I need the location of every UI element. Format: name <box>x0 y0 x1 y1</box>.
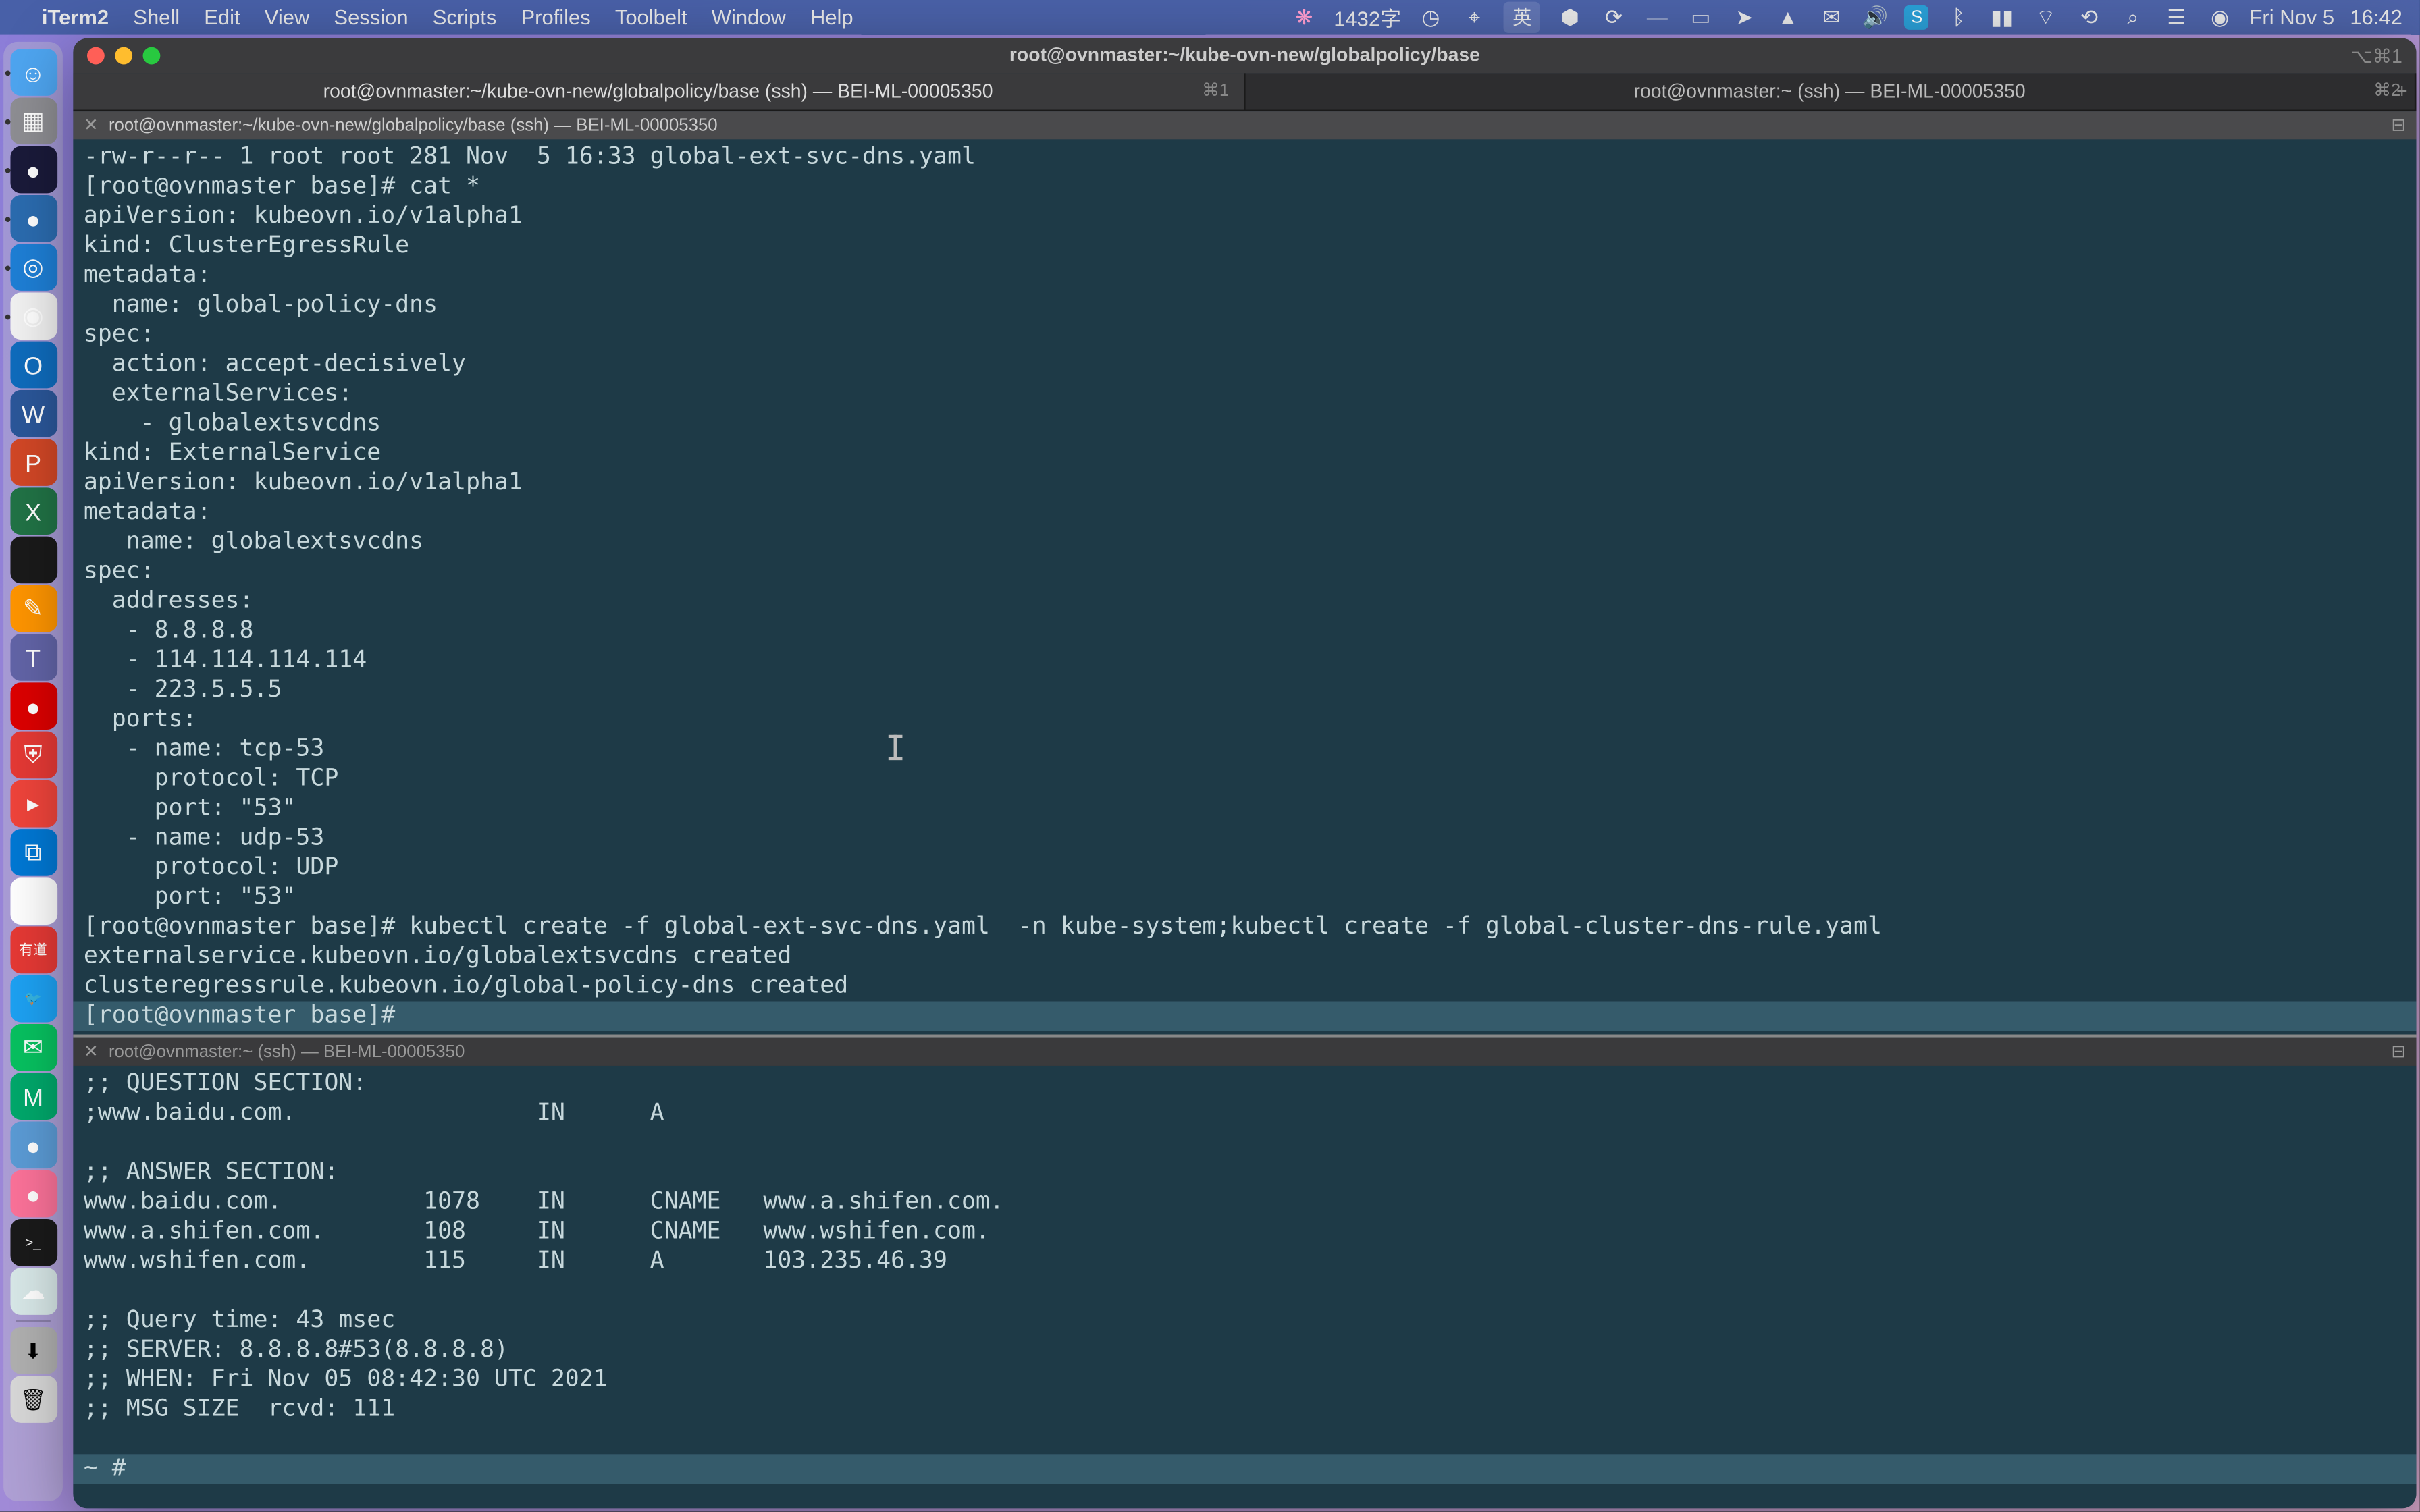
pane-bottom-expand-icon[interactable]: ⊟ <box>2391 1042 2406 1061</box>
dock-teams[interactable]: T <box>9 634 57 681</box>
status-triangle-icon[interactable]: ▲ <box>1774 5 1801 30</box>
status-volume-icon[interactable]: 🔊 <box>1861 5 1889 30</box>
dock-youdao[interactable]: 有道 <box>9 927 57 974</box>
pane-bottom-terminal[interactable]: ;; QUESTION SECTION: ;www.baidu.com. IN … <box>73 1066 2416 1508</box>
window-minimize-button[interactable] <box>115 47 132 65</box>
window-titlebar[interactable]: root@ovnmaster:~/kube-ovn-new/globalpoli… <box>73 38 2416 74</box>
pane-top-terminal[interactable]: -rw-r--r-- 1 root root 281 Nov 5 16:33 g… <box>73 139 2416 1034</box>
status-loop-icon[interactable]: ⟳ <box>1600 5 1627 30</box>
status-siri-icon[interactable]: ◉ <box>2206 5 2234 30</box>
pane-bottom-close-icon[interactable]: ✕ <box>84 1042 99 1061</box>
menu-edit[interactable]: Edit <box>204 5 240 30</box>
status-battery-icon[interactable]: ▮▮ <box>1989 5 2016 30</box>
menu-help[interactable]: Help <box>810 5 853 30</box>
dock-pencil[interactable]: ✎ <box>9 585 57 632</box>
menu-scripts[interactable]: Scripts <box>433 5 497 30</box>
dock-bili[interactable]: ● <box>9 1170 57 1218</box>
dock-excel[interactable]: X <box>9 487 57 535</box>
status-spotlight-icon[interactable]: ⌕ <box>2119 4 2147 30</box>
dock-terminal[interactable]: >_ <box>9 1219 57 1266</box>
pane-top-tab-label: root@ovnmaster:~/kube-ovn-new/globalpoli… <box>109 116 718 135</box>
status-time[interactable]: 16:42 <box>2350 5 2402 30</box>
dock-downloads[interactable]: ⬇ <box>9 1327 57 1374</box>
tab-shortcut-hint: ⌥⌘1 <box>2350 45 2402 68</box>
dock-separator <box>16 1320 51 1322</box>
dock-vscode[interactable]: ⧉ <box>9 829 57 876</box>
dock-app2[interactable]: ● <box>9 195 57 242</box>
pane-top-expand-icon[interactable]: ⊟ <box>2391 116 2406 135</box>
dock-wechat[interactable]: ✉ <box>9 1024 57 1071</box>
dock-word[interactable]: W <box>9 390 57 437</box>
dock-app-blue[interactable]: ● <box>9 1122 57 1169</box>
macos-menubar: iTerm2 Shell Edit View Session Scripts P… <box>0 0 2420 35</box>
window-tab-2[interactable]: root@ovnmaster:~ (ssh) — BEI-ML-00005350… <box>1244 73 2416 109</box>
menu-shell[interactable]: Shell <box>133 5 180 30</box>
pane-top-tab[interactable]: ✕ root@ovnmaster:~/kube-ovn-new/globalpo… <box>73 111 2416 139</box>
menu-session[interactable]: Session <box>334 5 408 30</box>
dock-launchpad[interactable]: ▦ <box>9 97 57 144</box>
status-send-icon[interactable]: ➤ <box>1731 5 1758 30</box>
dock-text[interactable]: T <box>9 878 57 925</box>
window-tab-1[interactable]: root@ovnmaster:~/kube-ovn-new/globalpoli… <box>73 73 1244 109</box>
status-control-center-icon[interactable]: ☰ <box>2163 5 2190 30</box>
dock: ☺▦●●◎◉OWPX ✎T●⛨▸⧉T有道🐦✉M●●>_☁⬇🗑 <box>3 42 63 1501</box>
window-tab-1-label: root@ovnmaster:~/kube-ovn-new/globalpoli… <box>323 81 993 102</box>
app-menu[interactable]: iTerm2 <box>42 5 109 30</box>
dock-app-green2[interactable]: M <box>9 1073 57 1120</box>
menu-toolbelt[interactable]: Toolbelt <box>615 5 687 30</box>
dock-chrome[interactable]: ◉ <box>9 292 57 340</box>
pane-top-output: -rw-r--r-- 1 root root 281 Nov 5 16:33 g… <box>84 143 2406 1031</box>
window-tabs: root@ovnmaster:~/kube-ovn-new/globalpoli… <box>73 73 2416 111</box>
pane-top-close-icon[interactable]: ✕ <box>84 116 99 135</box>
new-tab-button[interactable]: + <box>2396 81 2408 102</box>
dock-anydesk[interactable]: ▸ <box>9 780 57 828</box>
dock-app-cloud[interactable]: ☁ <box>9 1268 57 1315</box>
menu-view[interactable]: View <box>265 5 310 30</box>
dock-trash[interactable]: 🗑 <box>9 1376 57 1423</box>
dock-outlook[interactable]: O <box>9 342 57 389</box>
dock-dark-app[interactable] <box>9 537 57 584</box>
menu-profiles[interactable]: Profiles <box>521 5 591 30</box>
pane-bottom-tab[interactable]: ✕ root@ovnmaster:~ (ssh) — BEI-ML-000053… <box>73 1038 2416 1066</box>
status-hex-icon[interactable]: ⬢ <box>1556 5 1584 30</box>
menu-window[interactable]: Window <box>712 5 786 30</box>
dock-app1[interactable]: ● <box>9 146 57 194</box>
pane-bottom-tab-label: root@ovnmaster:~ (ssh) — BEI-ML-00005350 <box>109 1042 465 1061</box>
window-tab-1-shortcut: ⌘1 <box>1202 82 1229 101</box>
dock-finder[interactable]: ☺ <box>9 49 57 96</box>
status-ime[interactable]: 英 <box>1504 2 1540 33</box>
status-wifi-icon[interactable]: ⌔ <box>2032 4 2059 30</box>
status-date[interactable]: Fri Nov 5 <box>2250 5 2335 30</box>
status-sync-icon[interactable]: ⟲ <box>2076 5 2103 30</box>
iterm-window: root@ovnmaster:~/kube-ovn-new/globalpoli… <box>73 38 2416 1509</box>
dock-twitter[interactable]: 🐦 <box>9 975 57 1023</box>
dock-powerpoint[interactable]: P <box>9 439 57 486</box>
window-maximize-button[interactable] <box>143 47 161 65</box>
status-mic-icon[interactable]: ⌖ <box>1461 4 1488 30</box>
window-tab-2-label: root@ovnmaster:~ (ssh) — BEI-ML-00005350 <box>1634 81 2026 102</box>
window-close-button[interactable] <box>87 47 105 65</box>
dock-app-red[interactable]: ● <box>9 682 57 730</box>
pane-bottom: ✕ root@ovnmaster:~ (ssh) — BEI-ML-000053… <box>73 1035 2416 1509</box>
pane-bottom-output: ;; QUESTION SECTION: ;www.baidu.com. IN … <box>84 1069 2406 1484</box>
status-charcount[interactable]: 1432字 <box>1334 3 1401 32</box>
status-flower-icon[interactable]: ❋ <box>1290 5 1318 30</box>
window-title: root@ovnmaster:~/kube-ovn-new/globalpoli… <box>87 45 2402 66</box>
status-chat-icon[interactable]: ✉ <box>1818 5 1845 30</box>
status-display-icon[interactable]: ▭ <box>1687 5 1714 30</box>
status-bluetooth-icon[interactable]: ᛒ <box>1945 5 1972 30</box>
dock-safari[interactable]: ◎ <box>9 244 57 291</box>
pane-top: ✕ root@ovnmaster:~/kube-ovn-new/globalpo… <box>73 111 2416 1034</box>
dock-shield[interactable]: ⛨ <box>9 732 57 779</box>
status-dash-icon[interactable]: — <box>1643 5 1671 30</box>
status-clock-icon[interactable]: ◷ <box>1417 5 1444 30</box>
status-s-icon[interactable]: S <box>1905 5 1929 30</box>
